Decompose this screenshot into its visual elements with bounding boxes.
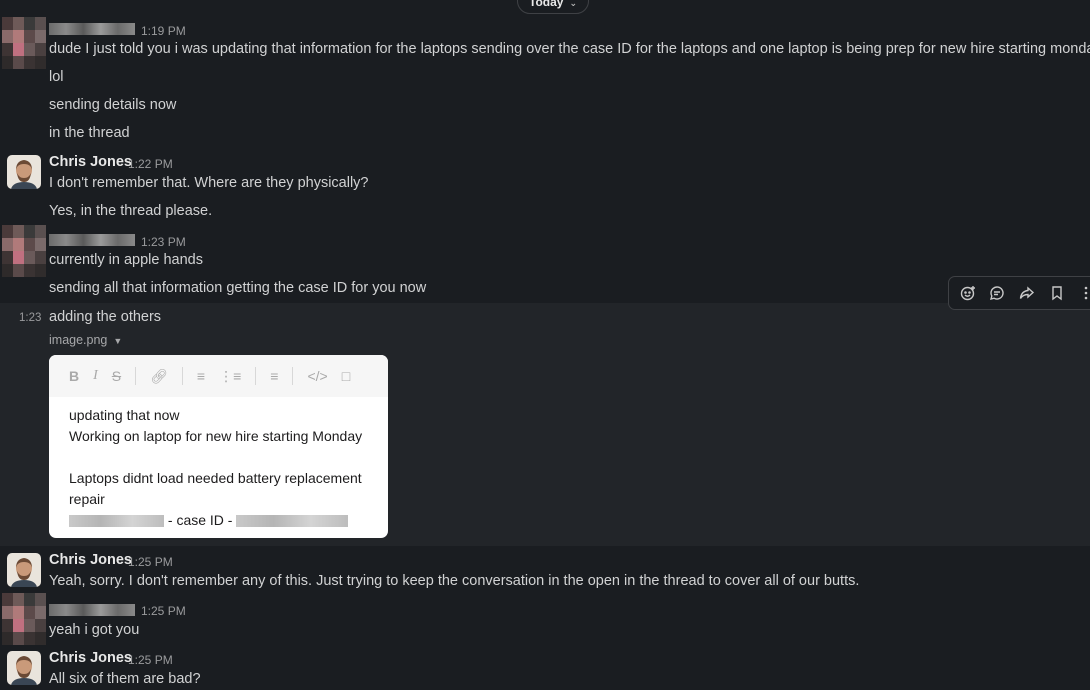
date-divider-button[interactable]: Today ⌄ — [517, 0, 589, 14]
sender-name-redacted[interactable] — [49, 23, 135, 35]
avatar[interactable] — [2, 17, 46, 69]
message-actions-toolbar — [948, 276, 1090, 310]
sender-name[interactable]: Chris Jones — [49, 552, 132, 568]
strikethrough-icon: S — [111, 368, 122, 384]
message-timestamp[interactable]: 1:25 PM — [128, 555, 173, 569]
avatar[interactable] — [7, 155, 41, 189]
forward-icon[interactable] — [1016, 282, 1038, 304]
message-timestamp[interactable]: 1:23 PM — [141, 235, 186, 249]
sender-name-redacted[interactable] — [49, 604, 135, 616]
numbered-list-icon: ≡ — [196, 368, 206, 384]
date-divider-label: Today — [529, 0, 564, 9]
caret-down-icon: ▼ — [113, 336, 123, 346]
preview-line: Laptops didnt load needed battery replac… — [69, 470, 362, 486]
sender-name[interactable]: Chris Jones — [49, 650, 132, 666]
message-timestamp[interactable]: 1:25 PM — [141, 604, 186, 618]
preview-line: repair — [69, 491, 105, 507]
avatar[interactable] — [2, 225, 46, 277]
message-text: lol — [49, 69, 64, 85]
sender-name[interactable]: Chris Jones — [49, 154, 132, 170]
message-timestamp[interactable]: 1:22 PM — [128, 157, 173, 171]
message-text: sending all that information getting the… — [49, 280, 427, 296]
message-text: in the thread — [49, 125, 130, 141]
message-text: Yes, in the thread please. — [49, 203, 213, 219]
message-text: adding the others — [49, 309, 162, 325]
attachment-file-toggle[interactable]: image.png ▼ — [49, 333, 122, 347]
preview-format-toolbar: B I S 🔗︎ ≡ ⋮≡ ≡ </> □ — [49, 355, 388, 397]
avatar[interactable] — [2, 593, 46, 645]
chevron-down-icon: ⌄ — [569, 0, 577, 8]
avatar[interactable] — [7, 651, 41, 685]
preview-line: updating that now — [69, 407, 180, 423]
preview-text: updating that now Working on laptop for … — [49, 397, 388, 531]
sender-name-redacted[interactable] — [49, 234, 135, 246]
more-actions-icon[interactable] — [1075, 282, 1090, 304]
avatar[interactable] — [7, 553, 41, 587]
link-icon: 🔗︎ — [150, 367, 168, 384]
message-text: currently in apple hands — [49, 252, 203, 268]
message-text: yeah i got you — [49, 622, 140, 638]
bookmark-icon[interactable] — [1046, 282, 1068, 304]
preview-line: - case ID - — [69, 510, 368, 531]
blockquote-icon: ≡ — [270, 368, 279, 384]
code-icon: </> — [307, 368, 328, 384]
attachment-file-name: image.png — [49, 333, 108, 347]
message-text: Yeah, sorry. I don't remember any of thi… — [49, 573, 860, 589]
code-block-icon: □ — [341, 368, 351, 384]
bold-icon: B — [69, 368, 80, 384]
message-text: I don't remember that. Where are they ph… — [49, 175, 369, 191]
message-text: All six of them are bad? — [49, 671, 201, 687]
message-timestamp[interactable]: 1:23 — [19, 312, 41, 324]
preview-line: Working on laptop for new hire starting … — [69, 428, 363, 444]
message-text: sending details now — [49, 97, 177, 113]
message-timestamp[interactable]: 1:25 PM — [128, 653, 173, 667]
image-attachment-preview[interactable]: B I S 🔗︎ ≡ ⋮≡ ≡ </> □ updating that now … — [49, 355, 388, 538]
message-text: dude I just told you i was updating that… — [49, 41, 1090, 57]
reply-in-thread-icon[interactable] — [987, 282, 1009, 304]
bulleted-list-icon: ⋮≡ — [219, 367, 242, 384]
add-reaction-icon[interactable] — [957, 282, 979, 304]
message-timestamp[interactable]: 1:19 PM — [141, 24, 186, 38]
italic-icon: I — [93, 368, 98, 383]
